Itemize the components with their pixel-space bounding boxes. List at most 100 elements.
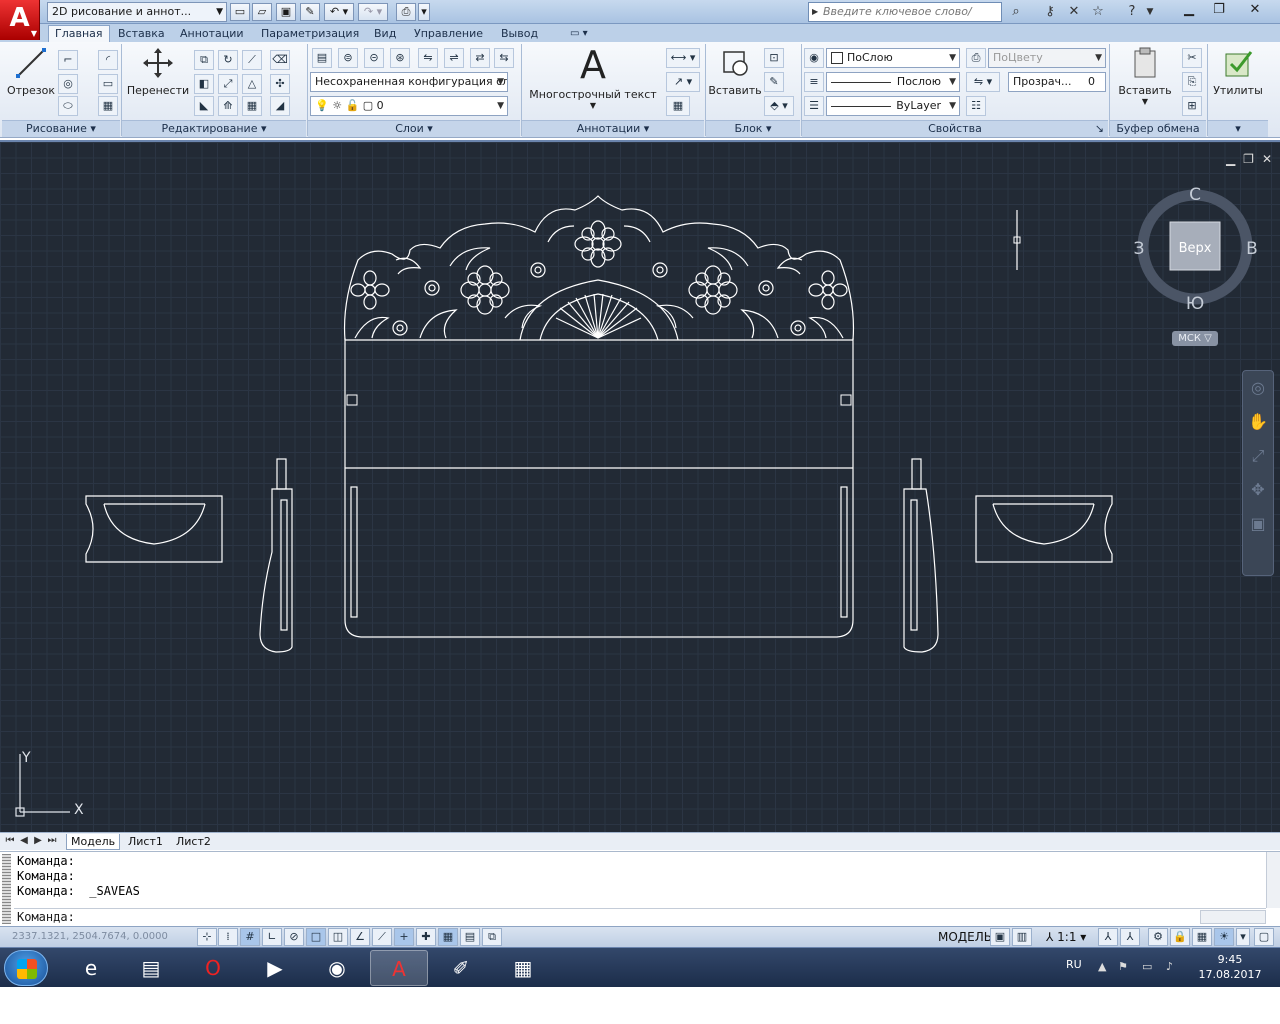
mirror-icon[interactable]: ◧ <box>194 74 214 94</box>
trim-icon[interactable]: ⟋ <box>242 50 262 70</box>
pan-icon[interactable]: ✋ <box>1243 405 1273 439</box>
viewcube-north[interactable]: С <box>1189 185 1201 205</box>
quick-view-layouts-icon[interactable]: ▣ <box>990 928 1010 946</box>
tab-layout1[interactable]: Лист1 <box>124 834 167 850</box>
layer-off-icon[interactable]: ⇌ <box>444 48 464 68</box>
copy-icon[interactable]: ⧉ <box>194 50 214 70</box>
drawing-area[interactable]: ▁ ❐ ✕ Y X Верх С Ю З В МСК ▽ ◎ ✋ ⤢ ✥ ▣ <box>0 140 1280 832</box>
language-indicator[interactable]: RU <box>1066 958 1082 971</box>
erase-icon[interactable]: ⌫ <box>270 50 290 70</box>
transparency-field[interactable]: Прозрач... 0 <box>1008 72 1106 92</box>
layer-freeze-icon[interactable]: ⇄ <box>470 48 490 68</box>
properties-panel-title[interactable]: Свойства ↘ <box>802 120 1108 137</box>
hatch-icon[interactable]: ▦ <box>98 96 118 116</box>
annotation-panel-title[interactable]: Аннотации ▾ <box>522 120 704 137</box>
draw-panel-title[interactable]: Рисование ▾ <box>2 120 120 137</box>
chamfer-icon[interactable]: ◢ <box>270 96 290 116</box>
tab-insert[interactable]: Вставка <box>112 26 171 42</box>
side-rail-right[interactable] <box>975 495 1113 563</box>
line-button[interactable]: Отрезок <box>6 46 56 97</box>
transparency-toggle-icon[interactable]: ▦ <box>438 928 458 946</box>
paint-app-icon[interactable]: ✐ <box>432 950 490 986</box>
stretch-icon[interactable]: ⤢ <box>218 74 238 94</box>
orbit-icon[interactable]: ✥ <box>1243 473 1273 507</box>
modify-panel-title[interactable]: Редактирование ▾ <box>122 120 306 137</box>
show-hidden-icons-icon[interactable]: ▲ <box>1098 960 1106 973</box>
lock-ui-icon[interactable]: 🔒 <box>1170 928 1190 946</box>
linetype-dropdown[interactable]: ByLayer ▼ <box>826 96 960 116</box>
help-icon[interactable]: ? <box>1122 3 1142 21</box>
create-block-icon[interactable]: ⊡ <box>764 48 784 68</box>
mtext-button[interactable]: A Многострочный текст ▼ <box>526 46 660 110</box>
application-menu-button[interactable]: A ▼ <box>0 0 40 40</box>
layer-match-icon[interactable]: ⇋ <box>418 48 438 68</box>
ucs-menu-button[interactable]: МСК ▽ <box>1172 331 1218 346</box>
layer-unisolate-icon[interactable]: ⊛ <box>390 48 410 68</box>
layer-iso-icon[interactable]: ⊝ <box>364 48 384 68</box>
copy-clip-icon[interactable]: ⎘ <box>1182 72 1202 92</box>
edit-block-icon[interactable]: ✎ <box>764 72 784 92</box>
exchange-icon[interactable]: ✕ <box>1064 3 1084 21</box>
panel-launcher-icon[interactable]: ↘ <box>1095 121 1104 137</box>
layer-dropdown[interactable]: 💡 ☼ 🔓 ▢ 0 ▼ <box>310 96 508 116</box>
auto-scale-icon[interactable]: ⅄ <box>1120 928 1140 946</box>
last-tab-icon[interactable]: ⏭ <box>46 835 58 846</box>
properties-list-icon[interactable]: ☷ <box>966 96 986 116</box>
document-app-icon[interactable]: ▦ <box>494 950 552 986</box>
lineweight-dropdown[interactable]: Послою ▼ <box>826 72 960 92</box>
chevron-down-icon[interactable]: ▼ <box>1144 3 1156 21</box>
quick-properties-icon[interactable]: ▤ <box>460 928 480 946</box>
dynamic-input-icon[interactable]: + <box>394 928 414 946</box>
annotation-scale[interactable]: ⅄ 1:1 ▾ <box>1046 930 1086 944</box>
insert-block-button[interactable]: Вставить <box>708 46 762 97</box>
scale-icon[interactable]: △ <box>242 74 262 94</box>
qat-customize-icon[interactable]: ▾ <box>418 3 430 21</box>
tab-home[interactable]: Главная <box>48 25 110 42</box>
command-scrollbar[interactable] <box>1266 852 1280 908</box>
3d-osnap-icon[interactable]: ◫ <box>328 928 348 946</box>
tab-parametric[interactable]: Параметризация <box>255 26 365 42</box>
model-space-toggle[interactable]: МОДЕЛЬ <box>938 930 992 944</box>
viewcube-south[interactable]: Ю <box>1186 294 1204 314</box>
first-tab-icon[interactable]: ⏮ <box>4 835 16 846</box>
snap-icon[interactable]: ⁞ <box>218 928 238 946</box>
plot-style-icon[interactable]: ⎙ <box>966 48 986 68</box>
list-icon[interactable]: ⇋ ▾ <box>966 72 1000 92</box>
open-folder-icon[interactable]: ▱ <box>252 3 272 21</box>
ornamental-crest[interactable] <box>343 195 855 341</box>
quick-view-drawings-icon[interactable]: ▥ <box>1012 928 1032 946</box>
zoom-icon[interactable]: ⤢ <box>1243 439 1273 473</box>
opera-icon[interactable]: O <box>184 950 242 986</box>
internet-explorer-icon[interactable]: e <box>62 950 120 986</box>
undo-icon[interactable]: ↶ ▾ <box>324 3 354 21</box>
utilities-panel-expand[interactable]: ▾ <box>1208 120 1268 137</box>
taskbar-clock[interactable]: 9:45 17.08.2017 <box>1194 952 1266 982</box>
media-player-icon[interactable]: ▶ <box>246 950 304 986</box>
command-line[interactable]: Команда: Команда: Команда: _SAVEAS Коман… <box>0 851 1280 925</box>
key-icon[interactable]: ⚷ <box>1040 3 1060 21</box>
layer-state-icon[interactable]: ⊜ <box>338 48 358 68</box>
status-menu-icon[interactable]: ▾ <box>1236 928 1250 946</box>
match-properties-icon[interactable]: ◉ <box>804 48 824 68</box>
fillet-icon[interactable]: ◣ <box>194 96 214 116</box>
plot-style-dropdown[interactable]: ПоЦвету ▼ <box>988 48 1106 68</box>
tab-output[interactable]: Вывод <box>495 26 544 42</box>
ribbon-toggle-icon[interactable]: ▭ ▾ <box>564 26 594 42</box>
search-input[interactable]: ▶Введите ключевое слово/фразу <box>808 2 1002 36</box>
utilities-button[interactable]: Утилиты <box>1210 46 1266 97</box>
save-icon[interactable]: ▣ <box>276 3 296 21</box>
command-hscrollbar[interactable] <box>1200 910 1266 924</box>
tab-view[interactable]: Вид <box>368 26 402 42</box>
minimize-icon[interactable]: ▁ <box>1174 0 1204 20</box>
move-button[interactable]: Перенести <box>126 46 190 97</box>
rotate-icon[interactable]: ↻ <box>218 50 238 70</box>
autocad-taskbar-icon[interactable]: A <box>370 950 428 986</box>
print-icon[interactable]: ⎙ <box>396 3 416 21</box>
bed-leg-left[interactable] <box>259 458 293 653</box>
chrome-icon[interactable]: ◉ <box>308 950 366 986</box>
cut-icon[interactable]: ✂ <box>1182 48 1202 68</box>
grid-icon[interactable]: # <box>240 928 260 946</box>
star-icon[interactable]: ☆ <box>1088 3 1108 21</box>
offset-icon[interactable]: ⟰ <box>218 96 238 116</box>
start-button[interactable] <box>4 950 48 986</box>
